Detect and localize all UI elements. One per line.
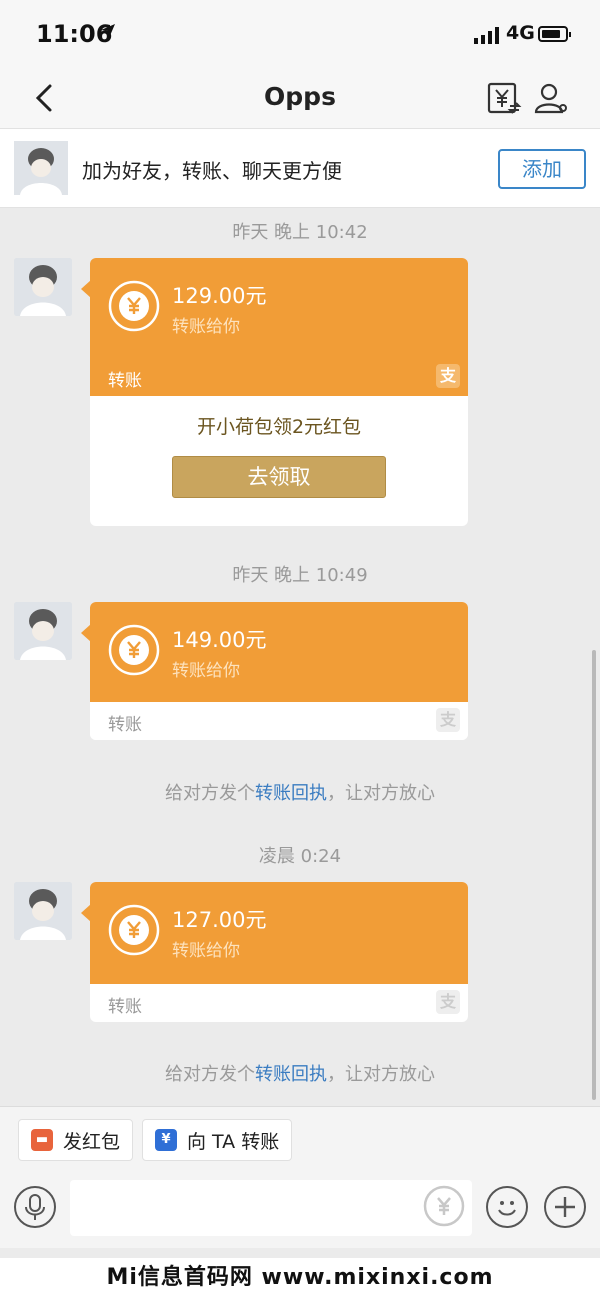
yen-circle-icon (108, 280, 160, 332)
receipt-hint: 给对方发个转账回执，让对方放心 (165, 1064, 435, 1085)
yen-transfer-icon (487, 82, 522, 114)
quick-actions-bar: ▬ 发红包 ¥ 向 TA 转账 (0, 1106, 600, 1168)
message-time: 昨天 晚上 10:42 (232, 222, 368, 243)
smiley-icon (498, 1201, 516, 1216)
add-friend-banner: 加为好友，转账、聊天更方便 添加 (0, 128, 600, 208)
banner-text: 加为好友，转账、聊天更方便 (82, 159, 342, 183)
claim-button[interactable]: 去领取 (172, 456, 386, 498)
chip-label: 发红包 (63, 1130, 121, 1153)
watermark: Mi信息首码网 www.mixinxi.com (0, 1258, 600, 1298)
emoji-button[interactable] (486, 1186, 528, 1228)
yen-circle-icon (423, 1185, 465, 1227)
quick-transfer-button[interactable] (422, 1184, 466, 1228)
receipt-hint: 给对方发个转账回执，让对方放心 (165, 783, 435, 804)
contact-profile-button[interactable] (532, 78, 572, 118)
add-friend-button[interactable]: 添加 (498, 149, 586, 189)
avatar[interactable] (14, 602, 72, 660)
transfer-card[interactable]: 129.00元 转账给你 转账 支 开小荷包领2元红包 去领取 (81, 258, 468, 526)
nav-bar: Opps (0, 70, 600, 128)
alipay-icon: 支 (436, 990, 460, 1014)
avatar[interactable] (14, 141, 68, 195)
status-bar: 11:06 4G (0, 0, 600, 70)
transfer-button[interactable] (484, 78, 524, 118)
receipt-link[interactable]: 转账回执 (255, 1064, 327, 1085)
transfer-card[interactable]: 127.00元 转账给你 转账 支 (81, 882, 468, 1022)
message-time: 凌晨 0:24 (258, 846, 342, 867)
transfer-amount: 129.00元 (172, 284, 267, 308)
scrollbar[interactable] (592, 650, 596, 1100)
avatar[interactable] (14, 258, 72, 316)
transfer-subtitle: 转账给你 (172, 317, 240, 337)
message-time: 昨天 晚上 10:49 (232, 565, 368, 586)
yen-circle-icon (108, 904, 160, 956)
transfer-label: 转账 (108, 371, 142, 391)
alipay-icon: 支 (436, 364, 460, 388)
voice-button[interactable] (14, 1186, 56, 1228)
transfer-subtitle: 转账给你 (172, 661, 240, 681)
microphone-icon (25, 1194, 45, 1220)
transfer-icon: ¥ (155, 1129, 177, 1151)
more-button[interactable] (544, 1186, 586, 1228)
avatar[interactable] (14, 882, 72, 940)
receipt-link[interactable]: 转账回执 (255, 783, 327, 804)
transfer-amount: 149.00元 (172, 628, 267, 652)
red-envelope-icon: ▬ (31, 1129, 53, 1151)
location-arrow-icon (100, 23, 116, 44)
transfer-label: 转账 (108, 997, 142, 1017)
transfer-amount: 127.00元 (172, 908, 267, 932)
battery-icon (538, 26, 571, 42)
chip-label: 向 TA 转账 (187, 1130, 280, 1153)
network-type: 4G (506, 22, 535, 44)
transfer-label: 转账 (108, 715, 142, 735)
send-red-envelope-button[interactable]: ▬ 发红包 (18, 1119, 134, 1161)
alipay-icon: 支 (436, 708, 460, 732)
plus-icon (555, 1197, 575, 1217)
transfer-subtitle: 转账给你 (172, 941, 240, 961)
input-bar (0, 1168, 600, 1248)
user-icon (534, 83, 567, 114)
message-input[interactable] (70, 1180, 472, 1236)
yen-circle-icon (108, 624, 160, 676)
signal-icon (474, 26, 499, 44)
promo-text: 开小荷包领2元红包 (196, 416, 362, 438)
transfer-to-ta-button[interactable]: ¥ 向 TA 转账 (142, 1119, 293, 1161)
transfer-card[interactable]: 149.00元 转账给你 转账 支 (81, 602, 468, 740)
